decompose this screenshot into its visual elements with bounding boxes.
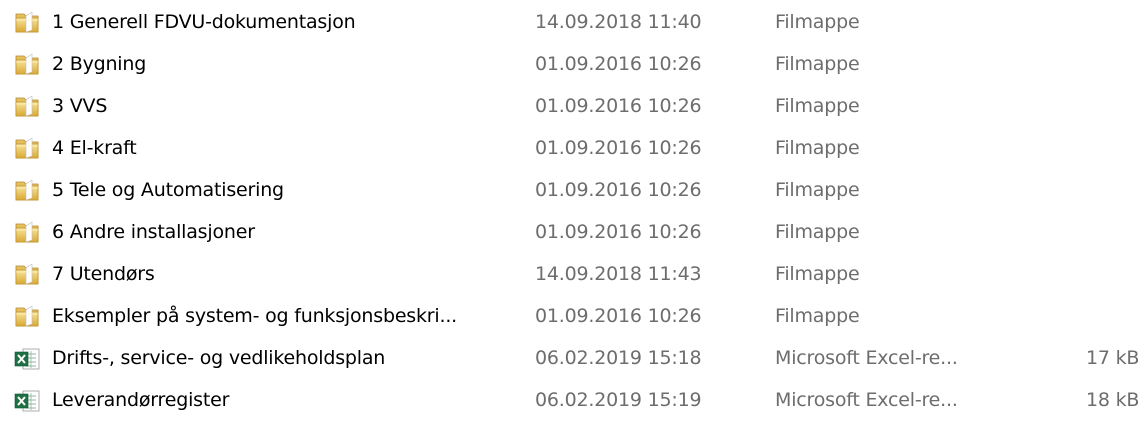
file-type: Microsoft Excel-re...: [775, 389, 958, 411]
excel-file-icon: [14, 346, 42, 372]
file-row[interactable]: 4 El-kraft 01.09.2016 10:26 Filmappe: [0, 128, 1147, 170]
file-type: Filmappe: [775, 137, 860, 159]
file-row[interactable]: Drifts-, service- og vedlikeholdsplan 06.…: [0, 338, 1147, 380]
file-type: Filmappe: [775, 263, 860, 285]
file-modified-date: 01.09.2016 10:26: [535, 221, 702, 243]
file-modified-date: 14.09.2018 11:40: [535, 11, 702, 33]
file-name: Leverandørregister: [52, 389, 230, 411]
file-row[interactable]: 7 Utendørs 14.09.2018 11:43 Filmappe: [0, 254, 1147, 296]
folder-icon: [14, 136, 42, 162]
file-name: 4 El-kraft: [52, 137, 137, 159]
file-row[interactable]: 1 Generell FDVU-dokumentasjon 14.09.2018 …: [0, 2, 1147, 44]
folder-icon: [14, 304, 42, 330]
file-type: Microsoft Excel-re...: [775, 347, 958, 369]
file-name: 1 Generell FDVU-dokumentasjon: [52, 11, 356, 33]
file-name: 2 Bygning: [52, 53, 147, 75]
file-modified-date: 01.09.2016 10:26: [535, 305, 702, 327]
file-row[interactable]: Leverandørregister 06.02.2019 15:19 Micros…: [0, 380, 1147, 422]
file-size: 17 kB: [1086, 347, 1140, 369]
file-name: 5 Tele og Automatisering: [52, 179, 284, 201]
folder-icon: [14, 52, 42, 78]
file-type: Filmappe: [775, 53, 860, 75]
file-modified-date: 01.09.2016 10:26: [535, 95, 702, 117]
file-modified-date: 06.02.2019 15:19: [535, 389, 702, 411]
file-type: Filmappe: [775, 305, 860, 327]
folder-icon: [14, 10, 42, 36]
file-name: 7 Utendørs: [52, 263, 155, 285]
file-modified-date: 01.09.2016 10:26: [535, 53, 702, 75]
folder-icon: [14, 220, 42, 246]
file-list: 1 Generell FDVU-dokumentasjon 14.09.2018 …: [0, 0, 1147, 418]
file-type: Filmappe: [775, 221, 860, 243]
excel-file-icon: [14, 388, 42, 414]
file-name: Eksempler på system- og funksjonsbeskri.…: [52, 305, 458, 327]
file-name: 3 VVS: [52, 95, 108, 117]
file-name: Drifts-, service- og vedlikeholdsplan: [52, 347, 386, 369]
file-modified-date: 01.09.2016 10:26: [535, 137, 702, 159]
file-modified-date: 01.09.2016 10:26: [535, 179, 702, 201]
file-modified-date: 06.02.2019 15:18: [535, 347, 702, 369]
folder-icon: [14, 262, 42, 288]
file-type: Filmappe: [775, 11, 860, 33]
file-row[interactable]: 3 VVS 01.09.2016 10:26 Filmappe: [0, 86, 1147, 128]
file-name: 6 Andre installasjoner: [52, 221, 255, 243]
file-size: 18 kB: [1086, 389, 1140, 411]
file-row[interactable]: Eksempler på system- og funksjonsbeskri.…: [0, 296, 1147, 338]
file-row[interactable]: 2 Bygning 01.09.2016 10:26 Filmappe: [0, 44, 1147, 86]
file-type: Filmappe: [775, 179, 860, 201]
file-type: Filmappe: [775, 95, 860, 117]
folder-icon: [14, 94, 42, 120]
folder-icon: [14, 178, 42, 204]
file-modified-date: 14.09.2018 11:43: [535, 263, 702, 285]
file-row[interactable]: 6 Andre installasjoner 01.09.2016 10:26 Fi…: [0, 212, 1147, 254]
file-row[interactable]: 5 Tele og Automatisering 01.09.2016 10:26…: [0, 170, 1147, 212]
